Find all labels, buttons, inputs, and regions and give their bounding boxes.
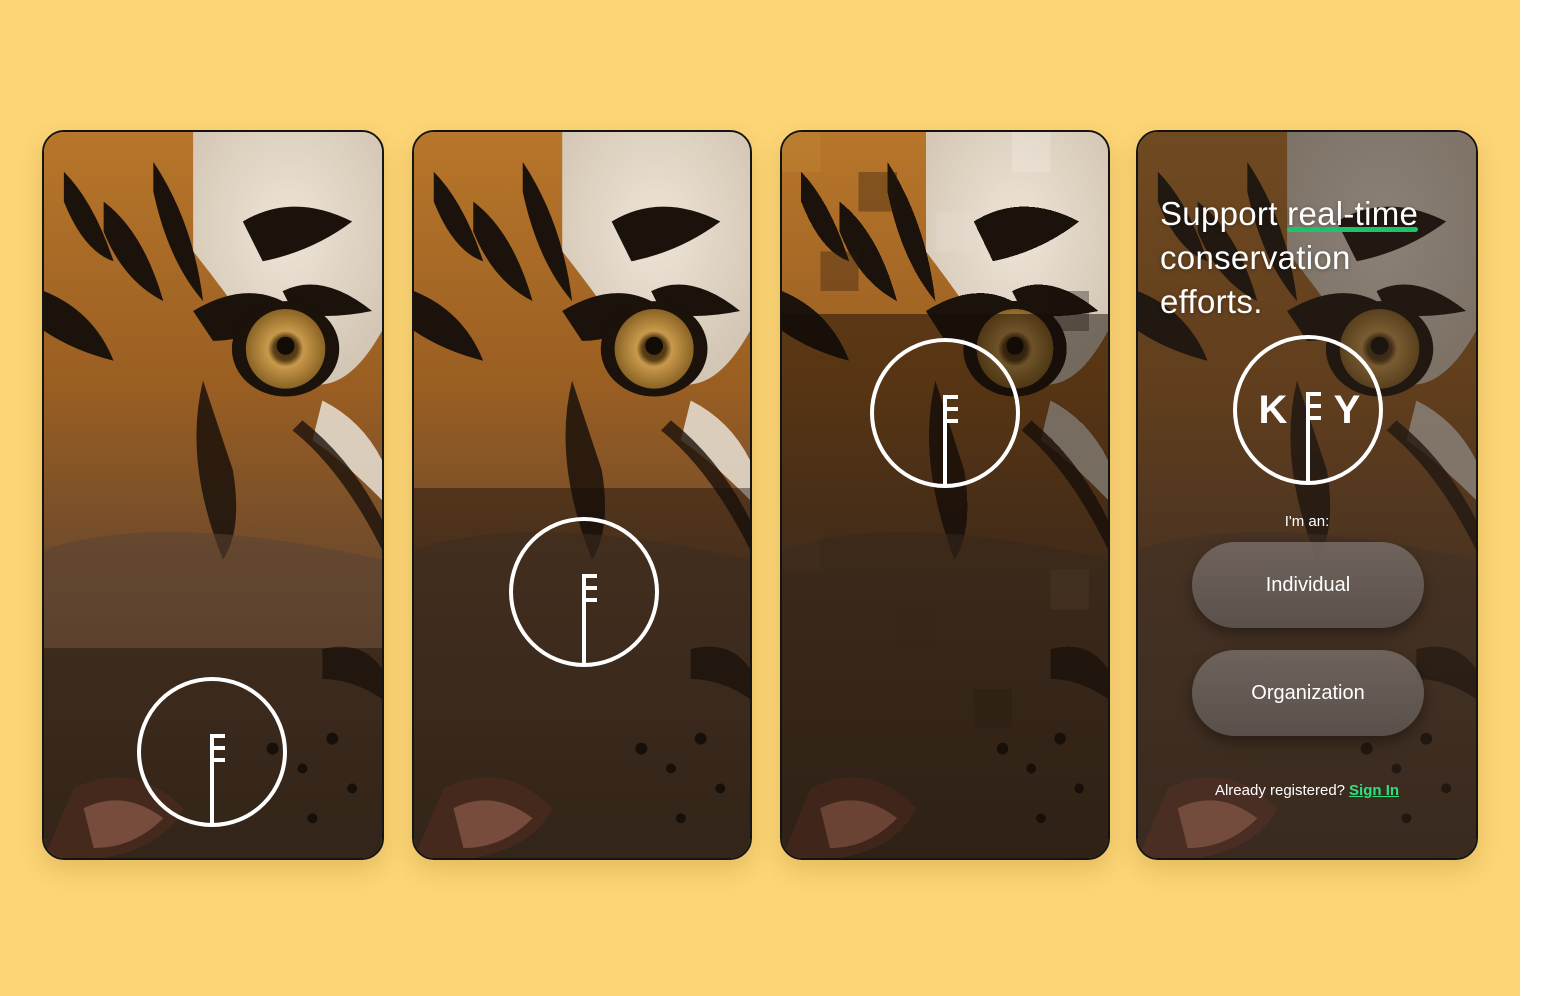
right-edge-strip <box>1520 0 1542 996</box>
logo-letter-y: Y <box>1334 388 1361 432</box>
screen-splash-3 <box>780 130 1110 860</box>
sign-in-row: Already registered? Sign In <box>1138 782 1476 799</box>
screen-splash-1 <box>42 130 384 860</box>
screen-onboarding: Support real-time conservation efforts. … <box>1136 130 1478 860</box>
headline: Support real-time conservation efforts. <box>1160 192 1460 324</box>
logo-letter-k: K <box>1259 388 1288 432</box>
individual-button[interactable]: Individual <box>1192 542 1424 628</box>
key-circle-logo <box>509 517 659 667</box>
headline-prefix: Support <box>1160 195 1288 232</box>
key-circle-logo: K Y <box>1233 335 1383 485</box>
key-circle-logo <box>137 677 287 827</box>
headline-highlight: real-time <box>1287 192 1419 236</box>
account-type-prompt: I'm an: <box>1284 513 1330 530</box>
key-circle-logo <box>870 338 1020 488</box>
sign-in-link[interactable]: Sign In <box>1349 782 1399 799</box>
already-registered-text: Already registered? <box>1214 782 1346 799</box>
organization-button[interactable]: Organization <box>1192 650 1424 736</box>
screen-splash-2 <box>412 130 752 860</box>
headline-suffix: conservation efforts. <box>1160 239 1351 320</box>
